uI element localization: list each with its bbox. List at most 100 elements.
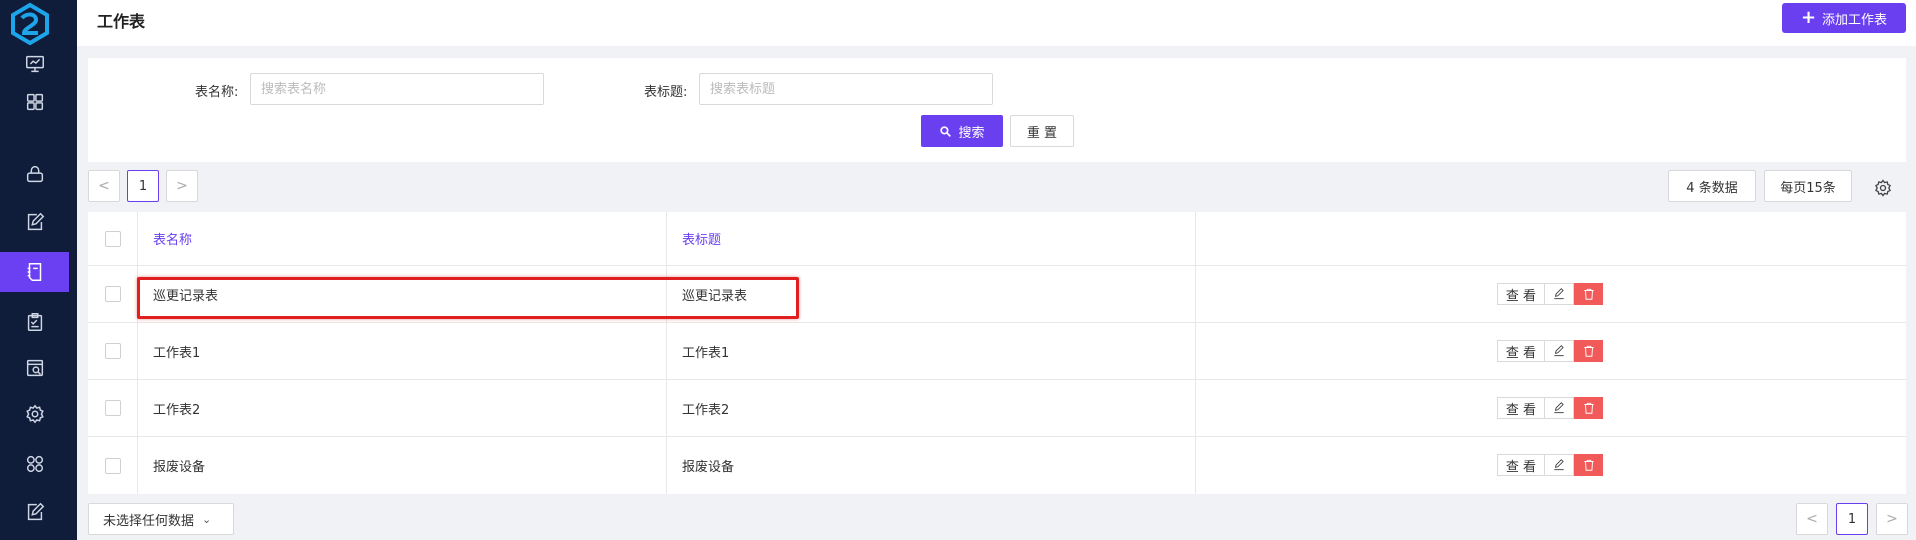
row-checkbox[interactable] — [104, 457, 121, 474]
total-count-badge: 4 条数据 — [1668, 170, 1756, 202]
row-name-cell: 工作表2 — [138, 380, 667, 436]
row-title: 工作表1 — [682, 345, 730, 361]
edit-document-icon — [27, 502, 44, 521]
selection-label: 未选择任何数据 — [103, 513, 195, 529]
sidebar-item-monitor[interactable] — [0, 44, 69, 84]
page-size-select[interactable]: 每页15条 — [1764, 170, 1852, 202]
footer-prev-page-button[interactable]: < — [1796, 503, 1828, 535]
search-panel: 表名称: 表标题: 搜索 重 置 — [88, 58, 1906, 162]
gear-icon — [25, 404, 44, 424]
table-settings-button[interactable] — [1873, 178, 1893, 198]
add-worksheet-label: 添加工作表 — [1822, 12, 1888, 28]
add-worksheet-button[interactable]: + 添加工作表 — [1782, 3, 1906, 33]
edit-button[interactable] — [1545, 454, 1574, 476]
sidebar-item-apps[interactable] — [0, 444, 69, 484]
search-icon — [940, 125, 952, 137]
edit-button[interactable] — [1545, 283, 1574, 305]
row-checkbox[interactable] — [104, 400, 121, 416]
search-button[interactable]: 搜索 — [921, 115, 1003, 147]
row-actions: 查 看 — [1497, 340, 1603, 362]
view-button[interactable]: 查 看 — [1497, 397, 1545, 419]
row-select-cell — [88, 323, 138, 379]
row-select-cell — [88, 266, 138, 322]
column-header-actions — [1196, 212, 1906, 265]
reset-button[interactable]: 重 置 — [1010, 115, 1074, 147]
select-all-checkbox[interactable] — [104, 230, 121, 247]
row-title: 工作表2 — [682, 402, 730, 418]
footer-next-page-button[interactable]: > — [1876, 503, 1908, 535]
row-title-cell: 工作表2 — [667, 380, 1196, 436]
monitor-icon — [25, 55, 44, 73]
sidebar-item-search-doc[interactable] — [0, 348, 69, 388]
view-button[interactable]: 查 看 — [1497, 340, 1545, 362]
row-title: 报废设备 — [682, 460, 735, 475]
sidebar-item-edit-2[interactable] — [0, 492, 69, 532]
table-row: 工作表2 工作表2 查 看 — [88, 380, 1906, 437]
table-header-row: 表名称 表标题 — [88, 212, 1906, 266]
row-name: 报废设备 — [153, 460, 206, 475]
sidebar-item-lock[interactable] — [0, 154, 69, 194]
delete-button[interactable] — [1574, 340, 1603, 362]
trash-icon — [1583, 345, 1594, 357]
row-title-cell: 报废设备 — [667, 437, 1196, 494]
sidebar-item-settings[interactable] — [0, 394, 69, 434]
sidebar-item-notebook[interactable] — [0, 252, 69, 292]
app-logo[interactable] — [8, 2, 52, 46]
clipboard-check-icon — [27, 313, 42, 331]
column-header-name[interactable]: 表名称 — [138, 212, 667, 265]
row-title: 巡更记录表 — [682, 288, 748, 304]
worksheet-table: 表名称 表标题 巡更记录表 巡更记录表 查 看 工作表1 工作表1 查 看 工作… — [88, 212, 1906, 494]
table-row: 巡更记录表 巡更记录表 查 看 — [88, 266, 1906, 323]
sidebar-item-edit[interactable] — [0, 202, 69, 242]
row-name: 工作表2 — [153, 402, 201, 418]
trash-icon — [1583, 402, 1594, 414]
table-row: 报废设备 报废设备 查 看 — [88, 437, 1906, 494]
row-title-cell: 工作表1 — [667, 323, 1196, 379]
pencil-icon — [1554, 288, 1564, 300]
row-actions: 查 看 — [1497, 454, 1603, 476]
chevron-down-icon: ⌄ — [202, 512, 212, 526]
current-page-button[interactable]: 1 — [127, 170, 159, 202]
view-button[interactable]: 查 看 — [1497, 283, 1545, 305]
table-name-label: 表名称: — [195, 85, 239, 100]
delete-button[interactable] — [1574, 397, 1603, 419]
prev-page-button[interactable]: < — [88, 170, 120, 202]
column-header-title-label: 表标题 — [682, 233, 722, 248]
row-checkbox[interactable] — [104, 343, 121, 359]
plus-icon: + — [1800, 7, 1817, 28]
notebook-icon — [27, 263, 41, 281]
selection-dropdown[interactable]: 未选择任何数据 ⌄ — [88, 503, 234, 535]
apps-icon — [26, 455, 43, 473]
row-name: 工作表1 — [153, 345, 201, 361]
edit-button[interactable] — [1545, 340, 1574, 362]
table-title-input[interactable] — [699, 73, 993, 105]
sidebar-item-clipboard[interactable] — [0, 302, 69, 342]
search-button-label: 搜索 — [958, 125, 985, 141]
delete-button[interactable] — [1574, 283, 1603, 305]
column-header-title[interactable]: 表标题 — [667, 212, 1196, 265]
row-actions: 查 看 — [1497, 397, 1603, 419]
lock-icon — [26, 165, 43, 183]
view-button[interactable]: 查 看 — [1497, 454, 1545, 476]
delete-button[interactable] — [1574, 454, 1603, 476]
trash-icon — [1583, 288, 1594, 300]
table-name-input[interactable] — [250, 73, 544, 105]
footer-current-page-button[interactable]: 1 — [1836, 503, 1868, 535]
edit-button[interactable] — [1545, 397, 1574, 419]
search-document-icon — [26, 359, 43, 377]
row-name-cell: 报废设备 — [138, 437, 667, 494]
table-title-label: 表标题: — [644, 85, 688, 100]
table-row: 工作表1 工作表1 查 看 — [88, 323, 1906, 380]
row-name-cell: 巡更记录表 — [138, 266, 667, 322]
column-header-name-label: 表名称 — [153, 233, 193, 248]
page-title: 工作表 — [97, 12, 146, 31]
page-header: 工作表 + 添加工作表 — [77, 0, 1916, 46]
sidebar-item-grid[interactable] — [0, 82, 69, 122]
row-checkbox[interactable] — [104, 286, 121, 302]
row-actions: 查 看 — [1497, 283, 1603, 305]
row-select-cell — [88, 380, 138, 436]
row-name-cell: 工作表1 — [138, 323, 667, 379]
gear-icon — [1875, 179, 1891, 197]
row-select-cell — [88, 437, 138, 494]
next-page-button[interactable]: > — [166, 170, 198, 202]
